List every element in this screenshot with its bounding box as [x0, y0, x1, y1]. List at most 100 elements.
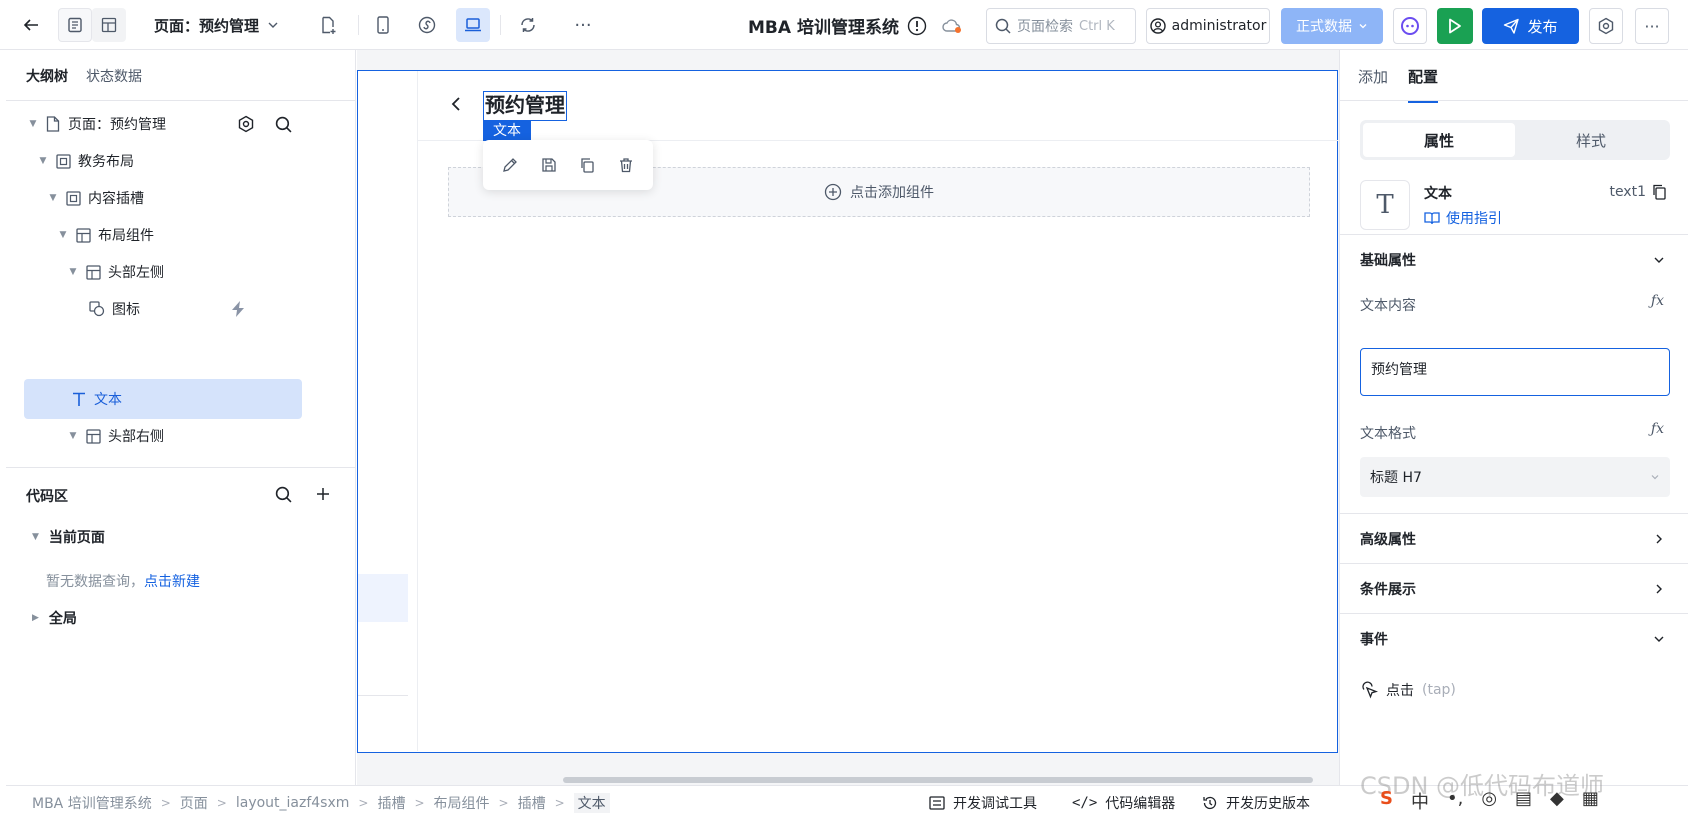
app-title: MBA 培训管理系统: [748, 17, 899, 38]
caret-down-icon[interactable]: ▼: [36, 156, 50, 166]
pc-view-icon[interactable]: [456, 8, 490, 42]
page-selector[interactable]: 页面：预约管理: [154, 8, 279, 42]
crumb-item-current[interactable]: 文本: [573, 793, 610, 813]
crumb-item[interactable]: 插槽: [377, 793, 405, 813]
delete-icon[interactable]: [618, 157, 634, 173]
chinese-mode-icon[interactable]: 中: [1411, 788, 1429, 814]
ai-assistant-button[interactable]: [1393, 8, 1427, 44]
outline-view-icon[interactable]: [58, 8, 92, 42]
selected-text-component[interactable]: 预约管理: [483, 91, 567, 121]
tree-node-header-left[interactable]: ▼ 头部左侧: [66, 252, 164, 292]
event-item-tap[interactable]: 点击 (tap): [1360, 680, 1456, 700]
chevron-right-icon: [1653, 583, 1665, 595]
chevron-down-icon: [1358, 21, 1368, 31]
lightning-icon[interactable]: [228, 299, 248, 319]
text-icon: [70, 390, 88, 408]
basic-props-header[interactable]: 基础属性: [1340, 234, 1688, 284]
events-label: 事件: [1360, 631, 1388, 648]
code-area-title: 代码区: [26, 489, 68, 505]
punctuation-icon[interactable]: •,: [1447, 788, 1463, 814]
copy-icon[interactable]: [579, 157, 595, 173]
mobile-view-icon[interactable]: [366, 8, 400, 42]
tab-outline-tree[interactable]: 大纲树: [26, 66, 68, 98]
tree-node-icon[interactable]: 图标: [84, 289, 284, 329]
microphone-icon[interactable]: ◎: [1481, 788, 1497, 814]
global-section[interactable]: ▶ 全局: [32, 608, 77, 628]
tree-node-slot[interactable]: ▼ 内容插槽: [46, 178, 144, 218]
chevron-down-icon: [1650, 472, 1660, 482]
fx-icon[interactable]: ƒx: [1651, 293, 1664, 309]
tree-node-header-right[interactable]: ▼ 头部右侧: [66, 416, 164, 456]
dev-tools-button[interactable]: 开发调试工具: [929, 793, 1037, 813]
run-preview-button[interactable]: [1437, 8, 1473, 44]
create-query-link[interactable]: 点击新建: [144, 574, 200, 590]
code-search-icon[interactable]: [272, 483, 294, 505]
crumb-item[interactable]: 插槽: [518, 793, 546, 813]
copy-id-icon[interactable]: [1652, 184, 1666, 200]
crumb-item[interactable]: 布局组件: [434, 793, 490, 813]
segment-styles[interactable]: 样式: [1515, 123, 1667, 157]
tab-config[interactable]: 配置: [1408, 66, 1439, 103]
tree-node-text-selected[interactable]: 文本: [24, 379, 302, 419]
caret-down-icon[interactable]: ▼: [66, 431, 80, 441]
event-code: (tap): [1422, 682, 1456, 698]
crumb-item[interactable]: 页面: [180, 793, 208, 813]
tree-search-icon[interactable]: [271, 112, 295, 136]
caret-down-icon[interactable]: ▼: [26, 119, 40, 129]
tree-node-page[interactable]: ▼ 页面：预约管理: [26, 104, 306, 144]
crumb-item[interactable]: layout_iazf4sxm: [236, 795, 350, 811]
tree-node-label: 图标: [112, 302, 140, 318]
text-component-icon: T: [1360, 180, 1410, 230]
tab-state-data[interactable]: 状态数据: [86, 66, 142, 98]
segment-properties[interactable]: 属性: [1363, 123, 1515, 157]
usage-guide-link[interactable]: 使用指引: [1424, 208, 1502, 228]
shapes-icon: [88, 300, 106, 318]
tree-node-layout-component[interactable]: ▼ 布局组件: [56, 215, 154, 255]
tab-add[interactable]: 添加: [1358, 66, 1388, 103]
refresh-icon[interactable]: [511, 8, 545, 42]
current-page-section[interactable]: ▼ 当前页面: [32, 527, 105, 547]
publish-button[interactable]: 发布: [1482, 8, 1579, 44]
chevron-left-icon[interactable]: [450, 96, 462, 112]
text-content-textarea[interactable]: 预约管理: [1360, 348, 1670, 396]
send-icon: [1503, 18, 1520, 34]
more-menu-icon[interactable]: ···: [1635, 8, 1669, 44]
crumb-item[interactable]: MBA 培训管理系统: [32, 793, 152, 813]
history-button[interactable]: 开发历史版本: [1202, 793, 1310, 813]
settings-icon[interactable]: [1589, 8, 1623, 44]
miniprogram-view-icon[interactable]: [410, 8, 444, 42]
condition-display-header[interactable]: 条件展示: [1340, 563, 1688, 613]
fx-icon[interactable]: ƒx: [1651, 421, 1664, 437]
text-format-select[interactable]: 标题 H7: [1360, 457, 1670, 497]
keyboard-icon[interactable]: ▤: [1515, 788, 1532, 814]
advanced-props-header[interactable]: 高级属性: [1340, 513, 1688, 563]
tree-node-label: 布局组件: [98, 228, 154, 244]
env-selector[interactable]: 正式数据: [1281, 8, 1383, 44]
grid-menu-icon[interactable]: ▦: [1582, 788, 1599, 814]
horizontal-scrollbar[interactable]: [563, 777, 1313, 783]
add-page-icon[interactable]: [311, 8, 345, 42]
events-header[interactable]: 事件: [1340, 613, 1688, 663]
tree-node-layout[interactable]: ▼ 教务布局: [36, 141, 134, 181]
caret-down-icon[interactable]: ▼: [46, 193, 60, 203]
event-name: 点击: [1386, 683, 1414, 699]
input-method-icon[interactable]: S: [1380, 788, 1393, 814]
page-settings-icon[interactable]: [234, 112, 258, 136]
cloud-sync-icon[interactable]: [940, 15, 964, 37]
user-name: administrator: [1171, 18, 1267, 34]
add-circle-icon: [824, 183, 842, 201]
add-code-icon[interactable]: [312, 483, 334, 505]
page-search-input[interactable]: 页面检索 Ctrl K: [986, 8, 1136, 44]
save-icon[interactable]: [541, 157, 557, 173]
info-icon[interactable]: [906, 15, 928, 37]
back-arrow-icon[interactable]: [14, 8, 48, 42]
caret-down-icon[interactable]: ▼: [56, 230, 70, 240]
skin-icon[interactable]: ◆: [1550, 788, 1564, 814]
component-action-toolbar: [483, 140, 653, 190]
edit-icon[interactable]: [502, 157, 518, 173]
layout-view-icon[interactable]: [92, 8, 126, 42]
caret-down-icon[interactable]: ▼: [66, 267, 80, 277]
more-horizontal-icon[interactable]: ···: [566, 8, 600, 42]
user-menu[interactable]: administrator: [1146, 8, 1270, 44]
code-editor-button[interactable]: </> 代码编辑器: [1072, 793, 1175, 813]
